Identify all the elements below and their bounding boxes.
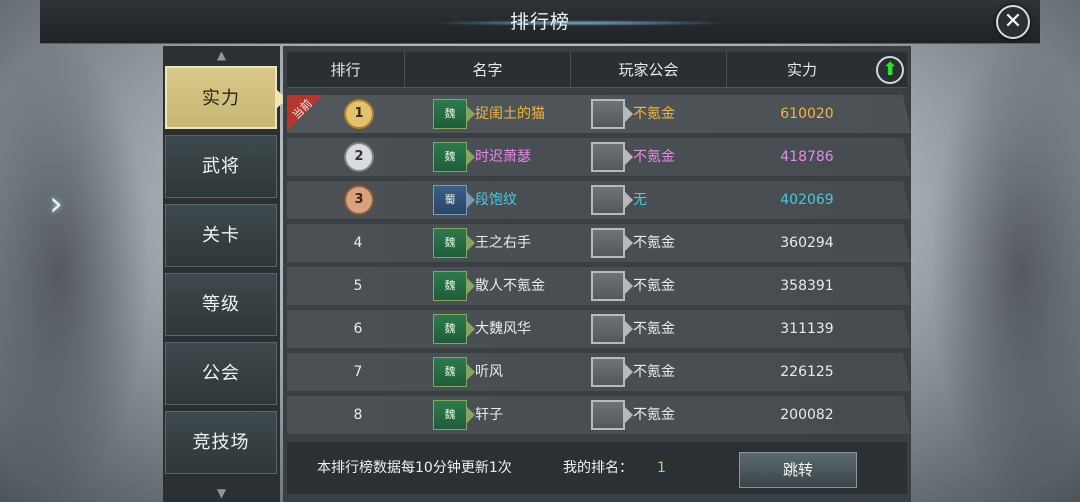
my-rank-value: 1 [657,460,666,476]
sidebar-item-level[interactable]: 等级 [165,273,277,336]
guild-flag-icon [591,142,633,172]
faction-flag-icon: 魏 [433,228,475,258]
power-value: 358391 [780,278,834,294]
table-row[interactable]: 5 魏散人不氪金 不氪金 358391 [287,267,911,305]
close-button[interactable]: ✕ [996,5,1030,39]
player-name[interactable]: 捉闺土的猫 [475,95,595,133]
sidebar-item-power[interactable]: 实力 [165,66,287,129]
power-value: 402069 [780,192,834,208]
power-value: 200082 [780,407,834,423]
player-name[interactable]: 段饱纹 [475,181,595,219]
power-value: 311139 [780,321,834,337]
player-name[interactable]: 大魏风华 [475,310,595,348]
player-name[interactable]: 听风 [475,353,595,391]
player-name[interactable]: 王之右手 [475,224,595,262]
faction-flag-icon: 魏 [433,271,475,301]
up-arrow-icon[interactable]: ⬆ [876,56,904,84]
table-row[interactable]: 6 魏大魏风华 不氪金 311139 [287,310,911,348]
faction-flag-icon: 蜀 [433,185,475,215]
bronze-medal-icon: 3 [344,185,374,215]
guild-name: 不氪金 [633,149,675,165]
guild-name: 不氪金 [633,321,675,337]
faction-flag-icon: 魏 [433,400,475,430]
chevron-left-icon[interactable]: › [44,186,68,222]
silver-medal-icon: 2 [344,142,374,172]
table-row[interactable]: 3 蜀段饱纹 无 402069 [287,181,911,219]
power-value: 610020 [780,106,834,122]
sidebar: ▲ 实力 武将 关卡 等级 公会 竞技场 ▼ [163,46,287,502]
guild-name: 不氪金 [633,278,675,294]
player-name[interactable]: 轩子 [475,396,595,434]
header-guild: 玩家公会 [571,52,727,88]
rank-number: 4 [353,235,363,251]
sidebar-item-arena[interactable]: 竞技场 [165,411,277,474]
update-note: 本排行榜数据每10分钟更新1次 [317,460,512,476]
faction-flag-icon: 魏 [433,99,475,129]
sidebar-item-guild[interactable]: 公会 [165,342,277,405]
guild-name: 不氪金 [633,106,675,122]
footer: 本排行榜数据每10分钟更新1次 我的排名： 1 跳转 [287,442,907,494]
table-row[interactable]: 2 魏时迟萧瑟 不氪金 418786 [287,138,911,176]
faction-flag-icon: 魏 [433,314,475,344]
scroll-down-icon[interactable]: ▼ [163,486,280,500]
sidebar-item-generals[interactable]: 武将 [165,135,277,198]
guild-flag-icon [591,314,633,344]
header-power: 实力 [786,61,817,79]
table-row[interactable]: 当前 1 魏捉闺土的猫 不氪金 610020 [287,95,911,133]
guild-name: 无 [633,192,647,208]
power-value: 226125 [780,364,834,380]
header-name: 名字 [405,52,571,88]
background-decoration-left [0,40,150,500]
table-row[interactable]: 8 魏轩子 不氪金 200082 [287,396,911,434]
window-title: 排行榜 [509,11,570,33]
guild-flag-icon [591,271,633,301]
rank-number: 7 [353,364,363,380]
gold-medal-icon: 1 [344,99,374,129]
guild-flag-icon [591,99,633,129]
guild-name: 不氪金 [633,407,675,423]
faction-flag-icon: 魏 [433,357,475,387]
header-rank: 排行 [287,52,405,88]
title-bar: 排行榜 [40,0,1040,44]
power-value: 360294 [780,235,834,251]
faction-flag-icon: 魏 [433,142,475,172]
player-name[interactable]: 时迟萧瑟 [475,138,595,176]
scroll-up-icon[interactable]: ▲ [163,48,280,62]
background-decoration-right [930,40,1080,500]
guild-name: 不氪金 [633,235,675,251]
jump-button[interactable]: 跳转 [739,452,857,488]
guild-flag-icon [591,357,633,387]
power-value: 418786 [780,149,834,165]
guild-name: 不氪金 [633,364,675,380]
guild-flag-icon [591,185,633,215]
my-rank-label: 我的排名： [563,460,633,476]
rank-number: 6 [353,321,363,337]
player-name[interactable]: 散人不氪金 [475,267,595,305]
close-icon: ✕ [1003,9,1023,34]
rank-number: 5 [353,278,363,294]
rank-number: 8 [353,407,363,423]
guild-flag-icon [591,400,633,430]
table-header: 排行 名字 玩家公会 实力 [287,52,907,88]
table-row[interactable]: 7 魏听风 不氪金 226125 [287,353,911,391]
table-row[interactable]: 4 魏王之右手 不氪金 360294 [287,224,911,262]
guild-flag-icon [591,228,633,258]
ranking-panel: 排行 名字 玩家公会 实力 ⬆ 当前 1 魏捉闺土的猫 不氪金 610020 2 魏时迟萧瑟… [283,46,911,502]
sidebar-item-stages[interactable]: 关卡 [165,204,277,267]
